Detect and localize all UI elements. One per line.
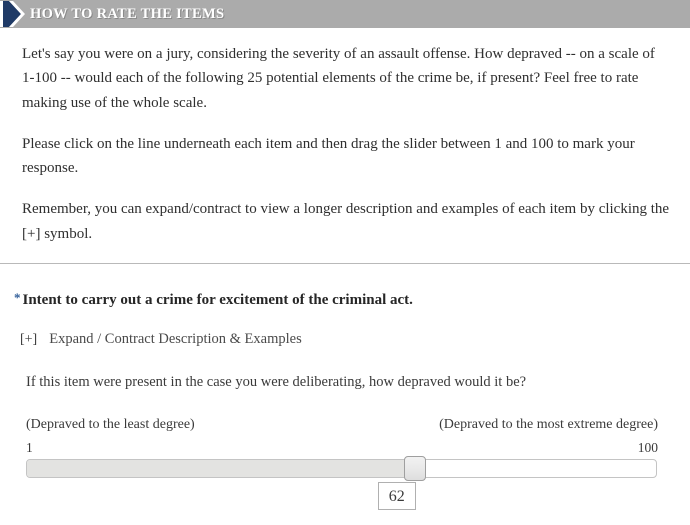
required-marker: * (14, 290, 21, 306)
slider-handle[interactable] (403, 455, 426, 481)
slider-bound-labels: 1 100 (26, 440, 662, 456)
slider-value-wrap: 62 (26, 481, 662, 516)
slider-value-box[interactable]: 62 (377, 481, 416, 510)
item-question: If this item were present in the case yo… (26, 373, 527, 390)
expand-contract-label[interactable]: Expand / Contract Description & Examples (49, 331, 301, 348)
instruction-paragraph-1: Let's say you were on a jury, considerin… (22, 46, 655, 111)
slider-track[interactable] (26, 455, 657, 481)
slider-anchor-left: (Depraved to the least degree) (26, 416, 195, 432)
slider-area: (Depraved to the least degree) (Depraved… (26, 417, 662, 516)
item-title-text: Intent to carry out a crime for exciteme… (22, 292, 413, 309)
page-title: HOW TO RATE THE ITEMS (30, 5, 225, 22)
instruction-paragraph-2: Please click on the line underneath each… (22, 135, 635, 177)
section-header: HOW TO RATE THE ITEMS (0, 0, 690, 28)
plus-icon[interactable]: [+] (20, 332, 37, 348)
instructions-block: Let's say you were on a jury, considerin… (0, 28, 690, 246)
instruction-paragraph-3: Remember, you can expand/contract to vie… (22, 201, 670, 242)
slider-fill (27, 459, 415, 477)
item-title: * Intent to carry out a crime for excitem… (14, 290, 672, 311)
slider-min-label: 1 (26, 439, 33, 455)
slider-anchor-right: (Depraved to the most extreme degree) (439, 416, 658, 432)
chevron-right-icon (0, 0, 26, 28)
slider-anchor-labels: (Depraved to the least degree) (Depraved… (26, 417, 662, 433)
expand-contract-toggle[interactable]: [+] Expand / Contract Description & Exam… (20, 331, 302, 348)
slider-max-label: 100 (637, 439, 658, 455)
rating-item: * Intent to carry out a crime for excitem… (0, 264, 690, 516)
